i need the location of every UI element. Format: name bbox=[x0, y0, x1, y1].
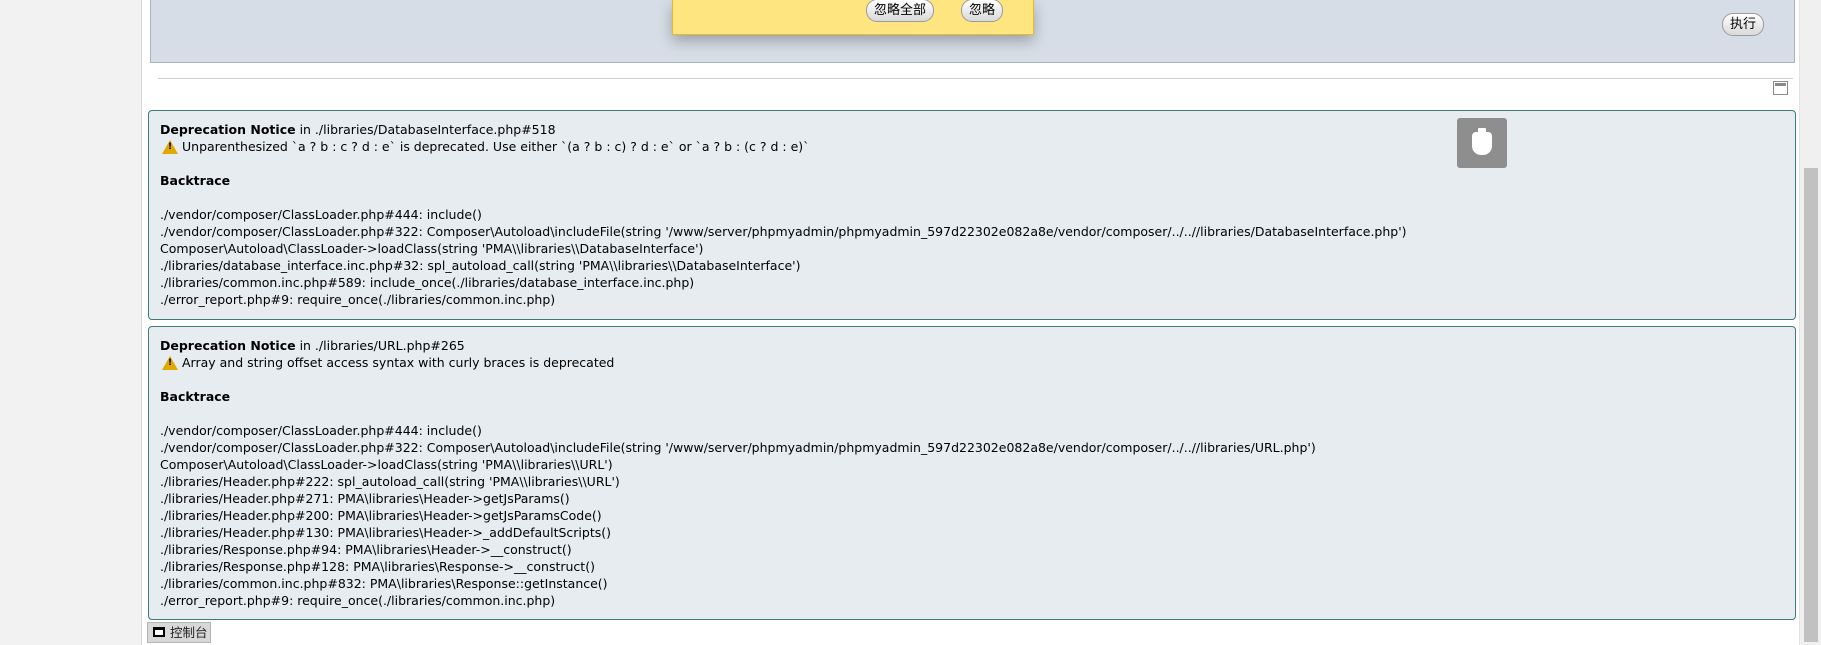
backtrace-line: ./vendor/composer/ClassLoader.php#322: C… bbox=[160, 224, 1407, 239]
error-notice-popup: 忽略全部 忽略 bbox=[672, 0, 1034, 35]
backtrace-line: ./error_report.php#9: require_once(./lib… bbox=[160, 292, 556, 307]
backtrace-line: Composer\Autoload\ClassLoader->loadClass… bbox=[160, 241, 704, 256]
ignore-button[interactable]: 忽略 bbox=[961, 0, 1004, 22]
sql-query-icon[interactable] bbox=[1773, 81, 1788, 95]
main-content: 执行 忽略全部 忽略 Deprecation Notice in ./libra… bbox=[147, 0, 1799, 645]
backtrace-line: ./vendor/composer/ClassLoader.php#444: i… bbox=[160, 423, 482, 438]
backtrace-line: Composer\Autoload\ClassLoader->loadClass… bbox=[160, 457, 613, 472]
backtrace-line: ./libraries/Header.php#222: spl_autoload… bbox=[160, 474, 620, 489]
ignore-all-button[interactable]: 忽略全部 bbox=[866, 0, 935, 22]
backtrace-line: ./libraries/database_interface.inc.php#3… bbox=[160, 258, 801, 273]
backtrace-line: ./libraries/Response.php#128: PMA\librar… bbox=[160, 559, 595, 574]
backtrace-title: Backtrace bbox=[160, 389, 231, 404]
backtrace-line: ./libraries/Response.php#94: PMA\librari… bbox=[160, 542, 572, 557]
notice-message-line: Unparenthesized `a ? b : c ? d : e` is d… bbox=[160, 138, 1784, 155]
warning-icon bbox=[162, 355, 178, 370]
notice-title-line: Deprecation Notice in ./libraries/URL.ph… bbox=[160, 337, 1784, 354]
floating-usb-widget[interactable] bbox=[1457, 118, 1507, 168]
notice-message: Array and string offset access syntax wi… bbox=[182, 355, 615, 370]
backtrace-list: ./vendor/composer/ClassLoader.php#444: i… bbox=[160, 422, 1784, 609]
notice-title-line: Deprecation Notice in ./libraries/Databa… bbox=[160, 121, 1784, 138]
notice-title: Deprecation Notice bbox=[160, 122, 296, 137]
backtrace-line: ./libraries/common.inc.php#832: PMA\libr… bbox=[160, 576, 608, 591]
console-icon bbox=[153, 627, 165, 637]
backtrace-line: ./libraries/common.inc.php#589: include_… bbox=[160, 275, 695, 290]
backtrace-line: ./libraries/Header.php#130: PMA\librarie… bbox=[160, 525, 612, 540]
execute-button[interactable]: 执行 bbox=[1722, 13, 1765, 36]
backtrace-list: ./vendor/composer/ClassLoader.php#444: i… bbox=[160, 206, 1784, 308]
left-gutter bbox=[0, 0, 141, 645]
backtrace-line: ./vendor/composer/ClassLoader.php#444: i… bbox=[160, 207, 482, 222]
notice-message: Unparenthesized `a ? b : c ? d : e` is d… bbox=[182, 139, 810, 154]
backtrace-line: ./vendor/composer/ClassLoader.php#322: C… bbox=[160, 440, 1316, 455]
notice-message-line: Array and string offset access syntax wi… bbox=[160, 354, 1784, 371]
deprecation-notice: Deprecation Notice in ./libraries/URL.ph… bbox=[148, 326, 1796, 620]
vertical-scrollbar[interactable] bbox=[1799, 0, 1821, 645]
deprecation-notice: Deprecation Notice in ./libraries/Databa… bbox=[148, 110, 1796, 320]
warning-icon bbox=[162, 139, 178, 154]
usb-drive-icon bbox=[1472, 128, 1492, 155]
backtrace-line: ./libraries/Header.php#271: PMA\librarie… bbox=[160, 491, 570, 506]
divider bbox=[158, 78, 1793, 79]
backtrace-title: Backtrace bbox=[160, 173, 231, 188]
scrollbar-thumb[interactable] bbox=[1804, 168, 1818, 642]
console-label: 控制台 bbox=[170, 625, 208, 640]
console-tab[interactable]: 控制台 bbox=[147, 622, 211, 643]
backtrace-line: ./error_report.php#9: require_once(./lib… bbox=[160, 593, 556, 608]
notice-location: in ./libraries/URL.php#265 bbox=[295, 338, 465, 353]
notice-location: in ./libraries/DatabaseInterface.php#518 bbox=[295, 122, 556, 137]
backtrace-line: ./libraries/Header.php#200: PMA\librarie… bbox=[160, 508, 602, 523]
notice-title: Deprecation Notice bbox=[160, 338, 296, 353]
